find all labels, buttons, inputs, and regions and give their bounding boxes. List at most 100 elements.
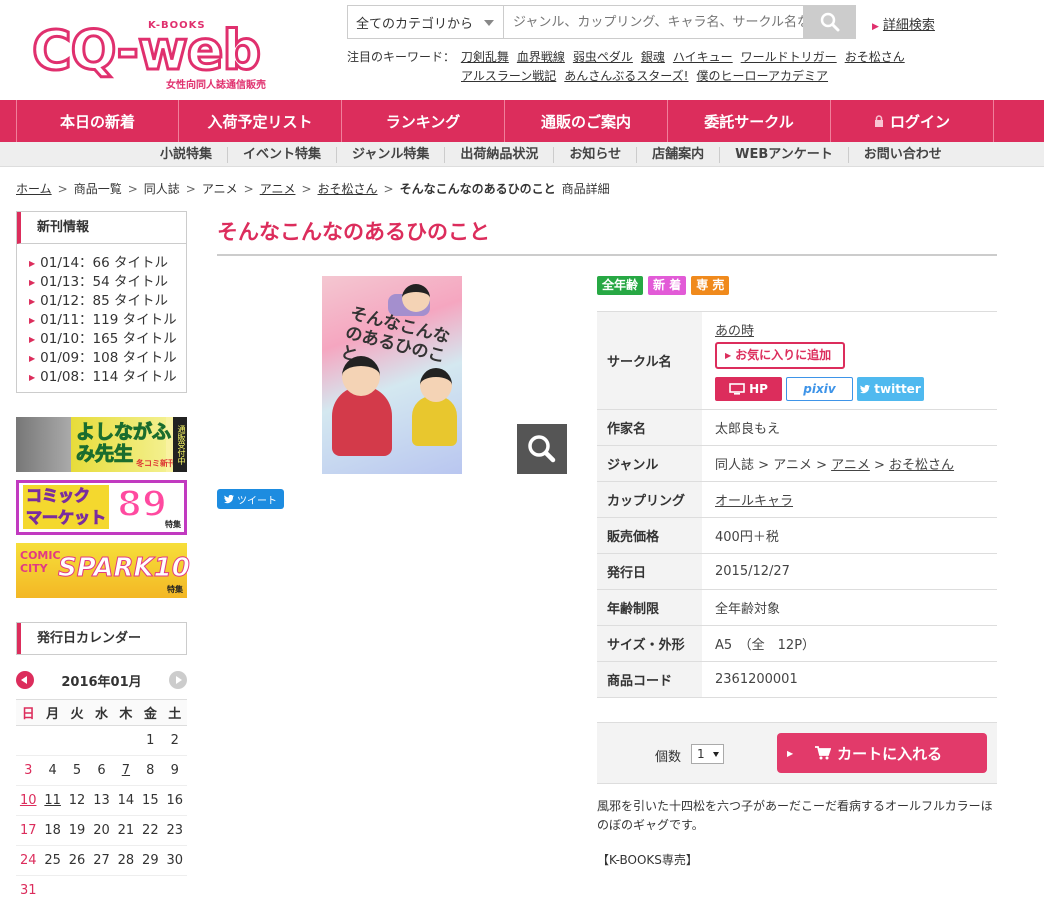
quantity-select[interactable]: 1 (691, 744, 724, 764)
keyword-link[interactable]: 刀剣乱舞 (461, 50, 509, 64)
featured-keywords: 注目のキーワード： 刀剣乱舞 血界戦線 弱虫ペダル 銀魂 ハイキュー ワールドトリガー おそ… (347, 48, 937, 86)
calendar-weekday: 月 (40, 699, 65, 726)
calendar-day: 9 (162, 755, 187, 786)
badge-new: 新 着 (648, 276, 687, 295)
calendar-prev-button[interactable] (16, 671, 34, 689)
keyword-link[interactable]: ワールドトリガー (741, 50, 837, 64)
subnav-shipping[interactable]: 出荷納品状況 (444, 146, 553, 163)
subnav-event[interactable]: イベント特集 (227, 146, 336, 163)
new-release-item[interactable]: ▶ 01/11：119 タイトル (29, 311, 186, 330)
add-to-cart-button[interactable]: ▶ カートに入れる (777, 733, 987, 773)
banner-title: コミック マーケット (23, 485, 110, 529)
site-logo[interactable]: K-BOOKS CQ-web 女性向同人誌通信販売 (16, 10, 272, 91)
info-value: 太郎良もえ (702, 409, 997, 446)
info-value: オールキャラ (702, 481, 997, 518)
calendar-day (64, 725, 90, 756)
calendar-day: 16 (162, 785, 187, 816)
subnav-store[interactable]: 店舗案内 (636, 146, 719, 163)
subnav-novel[interactable]: 小説特集 (145, 147, 227, 163)
info-value: 400円＋税 (702, 517, 997, 554)
nav-arrival-list[interactable]: 入荷予定リスト (179, 100, 342, 142)
category-select[interactable]: 全てのカテゴリから (347, 5, 504, 39)
breadcrumb-item: 商品一覧 (73, 182, 122, 196)
cart-icon (815, 746, 832, 760)
triangle-right-icon: ▶ (29, 335, 36, 344)
coupling-link[interactable]: オールキャラ (715, 494, 793, 509)
cart-bar: 個数 1 ▶ カートに入れる (597, 722, 997, 784)
info-row-code: 商品コード 2361200001 (597, 661, 997, 698)
twitter-bird-icon (860, 384, 871, 393)
breadcrumb-home[interactable]: ホーム (16, 180, 52, 197)
breadcrumb-item[interactable]: おそ松さん (318, 180, 378, 197)
banner-number: SPARK10 (58, 553, 191, 584)
chevron-right-icon: > (185, 181, 196, 196)
circle-twitter-button[interactable]: twitter (857, 377, 924, 401)
info-label: 商品コード (597, 661, 702, 698)
new-release-item[interactable]: ▶ 01/13：54 タイトル (29, 273, 186, 292)
triangle-right-icon: ▶ (29, 259, 36, 268)
calendar-day: 28 (113, 845, 139, 876)
subnav-contact[interactable]: お問い合わせ (847, 146, 957, 163)
circle-hp-button[interactable]: HP (715, 377, 782, 401)
info-value: 2015/12/27 (702, 553, 997, 590)
keyword-link[interactable]: 銀魂 (641, 50, 665, 64)
subnav-survey[interactable]: WEBアンケート (719, 146, 848, 163)
nav-shopping-guide[interactable]: 通販のご案内 (505, 100, 668, 142)
calendar-day[interactable]: 10 (16, 785, 41, 816)
subnav-news[interactable]: お知らせ (553, 146, 636, 163)
keyword-link[interactable]: あんさんぶるスターズ! (564, 69, 688, 83)
calendar-day (113, 875, 139, 905)
nav-new-today[interactable]: 本日の新着 (16, 100, 179, 142)
banner-comiket89[interactable]: コミック マーケット 89 特集 (16, 480, 187, 535)
genre-link[interactable]: アニメ (831, 458, 870, 473)
banner-spark10[interactable]: COMIC CITY SPARK10 特集 (16, 543, 191, 598)
calendar-day: 25 (40, 845, 65, 876)
triangle-right-icon: ▶ (29, 354, 36, 363)
nav-ranking[interactable]: ランキング (342, 100, 505, 142)
calendar-day: 2 (162, 725, 187, 756)
advanced-search-link[interactable]: ▶ 詳細検索 (872, 14, 935, 33)
circle-name-link[interactable]: あの時 (715, 324, 754, 339)
nav-consign-circle[interactable]: 委託サークル (668, 100, 831, 142)
keyword-link[interactable]: 血界戦線 (517, 50, 565, 64)
product-cover-image[interactable]: そんなこんなのあるひのこと (322, 276, 462, 474)
new-release-item[interactable]: ▶ 01/12：85 タイトル (29, 292, 186, 311)
info-row-date: 発行日 2015/12/27 (597, 553, 997, 590)
calendar-day: 26 (64, 845, 90, 876)
nav-login[interactable]: ログイン (831, 100, 994, 142)
calendar-day: 13 (89, 785, 114, 816)
keyword-link[interactable]: ハイキュー (673, 50, 733, 64)
keyword-link[interactable]: アルスラーン戦記 (461, 69, 556, 83)
calendar-next-button[interactable] (169, 671, 187, 689)
breadcrumb: ホーム > 商品一覧 > 同人誌 > アニメ > アニメ > おそ松さん > そんなこんなの… (16, 180, 616, 197)
calendar-day[interactable]: 7 (113, 755, 139, 786)
keyword-link[interactable]: 僕のヒーローアカデミア (697, 69, 829, 83)
keyword-link[interactable]: 弱虫ペダル (573, 50, 633, 64)
info-row-price: 販売価格 400円＋税 (597, 517, 997, 554)
tweet-button[interactable]: ツイート (217, 489, 284, 509)
new-release-item[interactable]: ▶ 01/08：114 タイトル (29, 368, 186, 387)
calendar-day: 23 (162, 815, 187, 846)
circle-pixiv-button[interactable]: pixiv (786, 377, 853, 401)
calendar-day: 14 (113, 785, 139, 816)
search-input[interactable] (504, 5, 804, 39)
subnav-genre[interactable]: ジャンル特集 (336, 146, 444, 163)
chevron-right-icon: > (57, 181, 68, 196)
new-release-item[interactable]: ▶ 01/09：108 タイトル (29, 349, 186, 368)
calendar-weekday: 金 (138, 699, 163, 726)
calendar-day: 19 (64, 815, 90, 846)
calendar-day[interactable]: 11 (40, 785, 65, 816)
calendar-day: 1 (138, 725, 163, 756)
calendar-day: 12 (64, 785, 90, 816)
new-release-item[interactable]: ▶ 01/10：165 タイトル (29, 330, 186, 349)
info-row-genre: ジャンル 同人誌 > アニメ > アニメ > おそ松さん (597, 445, 997, 482)
breadcrumb-item[interactable]: アニメ (260, 180, 296, 197)
banner-yoshinaga[interactable]: よしながふみ先生 冬コミ新刊 通販受付中 (16, 417, 187, 472)
search-button[interactable] (804, 5, 856, 39)
zoom-button[interactable] (517, 424, 567, 474)
new-release-item[interactable]: ▶ 01/14：66 タイトル (29, 254, 186, 273)
keyword-link[interactable]: おそ松さん (845, 50, 905, 64)
genre-link[interactable]: おそ松さん (889, 458, 954, 473)
add-favorite-button[interactable]: ▶ お気に入りに追加 (715, 342, 845, 369)
triangle-right-icon: ▶ (725, 351, 732, 360)
